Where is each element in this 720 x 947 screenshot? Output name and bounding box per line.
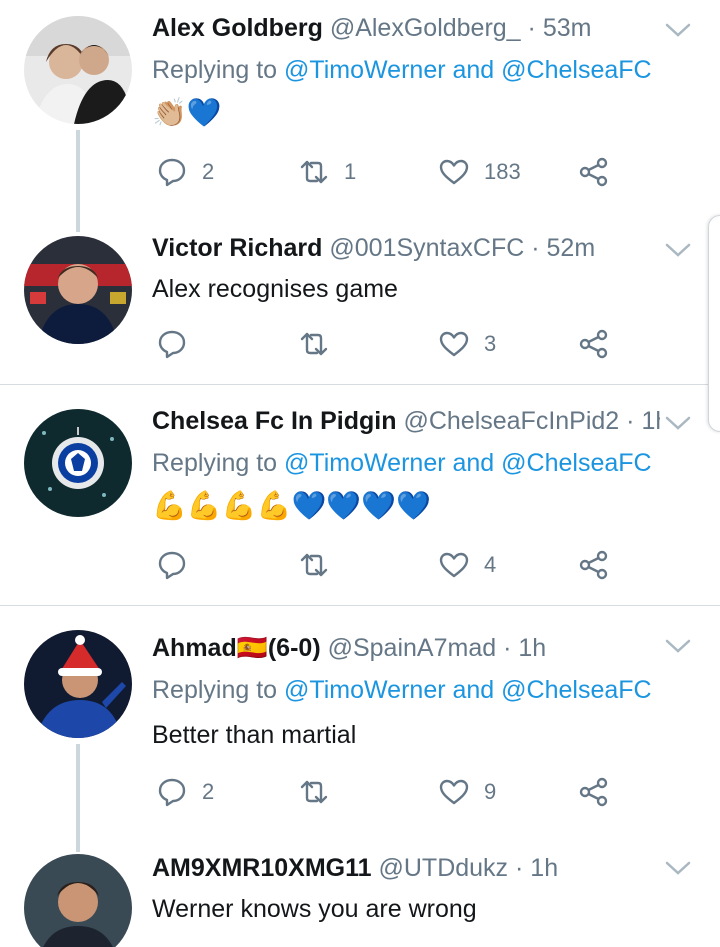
reply-icon [158, 778, 186, 807]
thread-connector [76, 130, 80, 232]
retweet-count: 1 [344, 159, 357, 184]
emoji-text: 💪💪💪💪💙💙💙💙 [152, 490, 431, 521]
author-name[interactable]: Ahmad🇪🇸(6-0) [152, 634, 321, 662]
like-button[interactable]: 183 [438, 156, 521, 188]
reply-button[interactable]: 2 [156, 776, 214, 808]
replying-to: Replying to @TimoWerner and @ChelseaFC [152, 449, 652, 477]
tweet-header: Chelsea Fc In Pidgin @ChelseaFcInPid2 · … [152, 405, 660, 437]
share-button[interactable] [578, 549, 610, 581]
mention-link[interactable]: @ChelseaFC [501, 449, 651, 477]
replying-to: Replying to @TimoWerner and @ChelseaFC [152, 56, 652, 84]
like-count: 9 [484, 779, 497, 804]
reply-button[interactable]: 2 [156, 156, 214, 188]
author-handle[interactable]: @AlexGoldberg_ [330, 14, 521, 42]
mention-link[interactable]: @ChelseaFC [501, 56, 651, 84]
tweet-header: AM9XMR10XMG11 @UTDdukz · 1h [152, 852, 660, 884]
timestamp[interactable]: 1h [641, 407, 660, 435]
separator: · [527, 14, 536, 42]
reply-button[interactable] [156, 328, 202, 360]
avatar-chelsea-fc-in-pidgin[interactable] [24, 409, 132, 517]
share-icon [579, 157, 608, 187]
share-icon [579, 777, 608, 807]
reply-count: 2 [202, 159, 215, 184]
retweet-icon [300, 160, 328, 184]
author-name[interactable]: AM9XMR10XMG11 [152, 854, 372, 882]
like-count: 4 [484, 552, 497, 577]
share-icon [579, 329, 608, 359]
mention-link[interactable]: @TimoWerner [284, 56, 446, 84]
tweet-5[interactable]: AM9XMR10XMG11 @UTDdukz · 1h Werner knows… [0, 834, 720, 947]
scrollbar-thumb[interactable] [708, 215, 720, 432]
mention-link[interactable]: @TimoWerner [284, 449, 446, 477]
timestamp[interactable]: 53m [543, 14, 592, 42]
reply-icon [158, 158, 186, 187]
author-handle[interactable]: @001SyntaxCFC [329, 234, 524, 262]
like-count: 183 [484, 159, 521, 184]
retweet-button[interactable] [298, 549, 344, 581]
avatar-am9xmr10xmg11[interactable] [24, 854, 132, 947]
tweet-header: Alex Goldberg @AlexGoldberg_ · 53m [152, 12, 660, 44]
avatar-victor-richard[interactable] [24, 236, 132, 344]
chevron-down-icon[interactable] [664, 858, 692, 878]
retweet-icon [300, 780, 328, 804]
share-button[interactable] [578, 328, 610, 360]
like-count: 3 [484, 331, 497, 356]
heart-icon [439, 779, 469, 805]
like-button[interactable]: 3 [438, 328, 496, 360]
tweet-header: Ahmad🇪🇸(6-0) @SpainA7mad · 1h [152, 632, 660, 664]
reply-icon [158, 551, 186, 580]
separator: · [503, 634, 512, 662]
tweet-text: Alex recognises game [152, 275, 398, 303]
retweet-icon [300, 553, 328, 577]
timestamp[interactable]: 1h [518, 634, 546, 662]
retweet-button[interactable]: 1 [298, 156, 356, 188]
timestamp[interactable]: 1h [530, 854, 558, 882]
author-handle[interactable]: @ChelseaFcInPid2 [403, 407, 619, 435]
author-handle[interactable]: @SpainA7mad [328, 634, 497, 662]
separator: · [531, 234, 540, 262]
reply-count: 2 [202, 779, 215, 804]
retweet-button[interactable] [298, 776, 344, 808]
retweet-button[interactable] [298, 328, 344, 360]
tweet-timeline: Alex Goldberg @AlexGoldberg_ · 53m Reply… [0, 0, 720, 947]
author-handle[interactable]: @UTDdukz [378, 854, 508, 882]
heart-icon [439, 331, 469, 357]
heart-icon [439, 552, 469, 578]
mention-link[interactable]: @ChelseaFC [501, 676, 651, 704]
tweet-1[interactable]: Alex Goldberg @AlexGoldberg_ · 53m Reply… [0, 0, 720, 232]
chevron-down-icon[interactable] [664, 413, 692, 433]
like-button[interactable]: 4 [438, 549, 496, 581]
chevron-down-icon[interactable] [664, 20, 692, 40]
tweet-text: Better than martial [152, 721, 357, 749]
separator: · [515, 854, 524, 882]
tweet-3[interactable]: Chelsea Fc In Pidgin @ChelseaFcInPid2 · … [0, 385, 720, 605]
tweet-header: Victor Richard @001SyntaxCFC · 52m [152, 232, 660, 264]
avatar-alex-goldberg[interactable] [24, 16, 132, 124]
tweet-text: 💪💪💪💪💙💙💙💙 [152, 489, 431, 523]
tweet-4[interactable]: Ahmad🇪🇸(6-0) @SpainA7mad · 1h Replying t… [0, 606, 720, 852]
reply-icon [158, 330, 186, 359]
heart-icon [439, 159, 469, 185]
like-button[interactable]: 9 [438, 776, 496, 808]
separator: · [626, 407, 635, 435]
chevron-down-icon[interactable] [664, 240, 692, 260]
replying-to: Replying to @TimoWerner and @ChelseaFC [152, 676, 652, 704]
retweet-icon [300, 332, 328, 356]
emoji-text: 👏🏼💙 [152, 97, 222, 128]
share-button[interactable] [578, 156, 610, 188]
tweet-2[interactable]: Victor Richard @001SyntaxCFC · 52m Alex … [0, 232, 720, 384]
mention-link[interactable]: @TimoWerner [284, 676, 446, 704]
reply-button[interactable] [156, 549, 202, 581]
tweet-text: Werner knows you are wrong [152, 895, 477, 923]
avatar-ahmad[interactable] [24, 630, 132, 738]
author-name[interactable]: Alex Goldberg [152, 14, 323, 42]
timestamp[interactable]: 52m [547, 234, 596, 262]
author-name[interactable]: Chelsea Fc In Pidgin [152, 407, 397, 435]
share-button[interactable] [578, 776, 610, 808]
chevron-down-icon[interactable] [664, 636, 692, 656]
share-icon [579, 550, 608, 580]
tweet-text: 👏🏼💙 [152, 96, 222, 130]
author-name[interactable]: Victor Richard [152, 234, 322, 262]
